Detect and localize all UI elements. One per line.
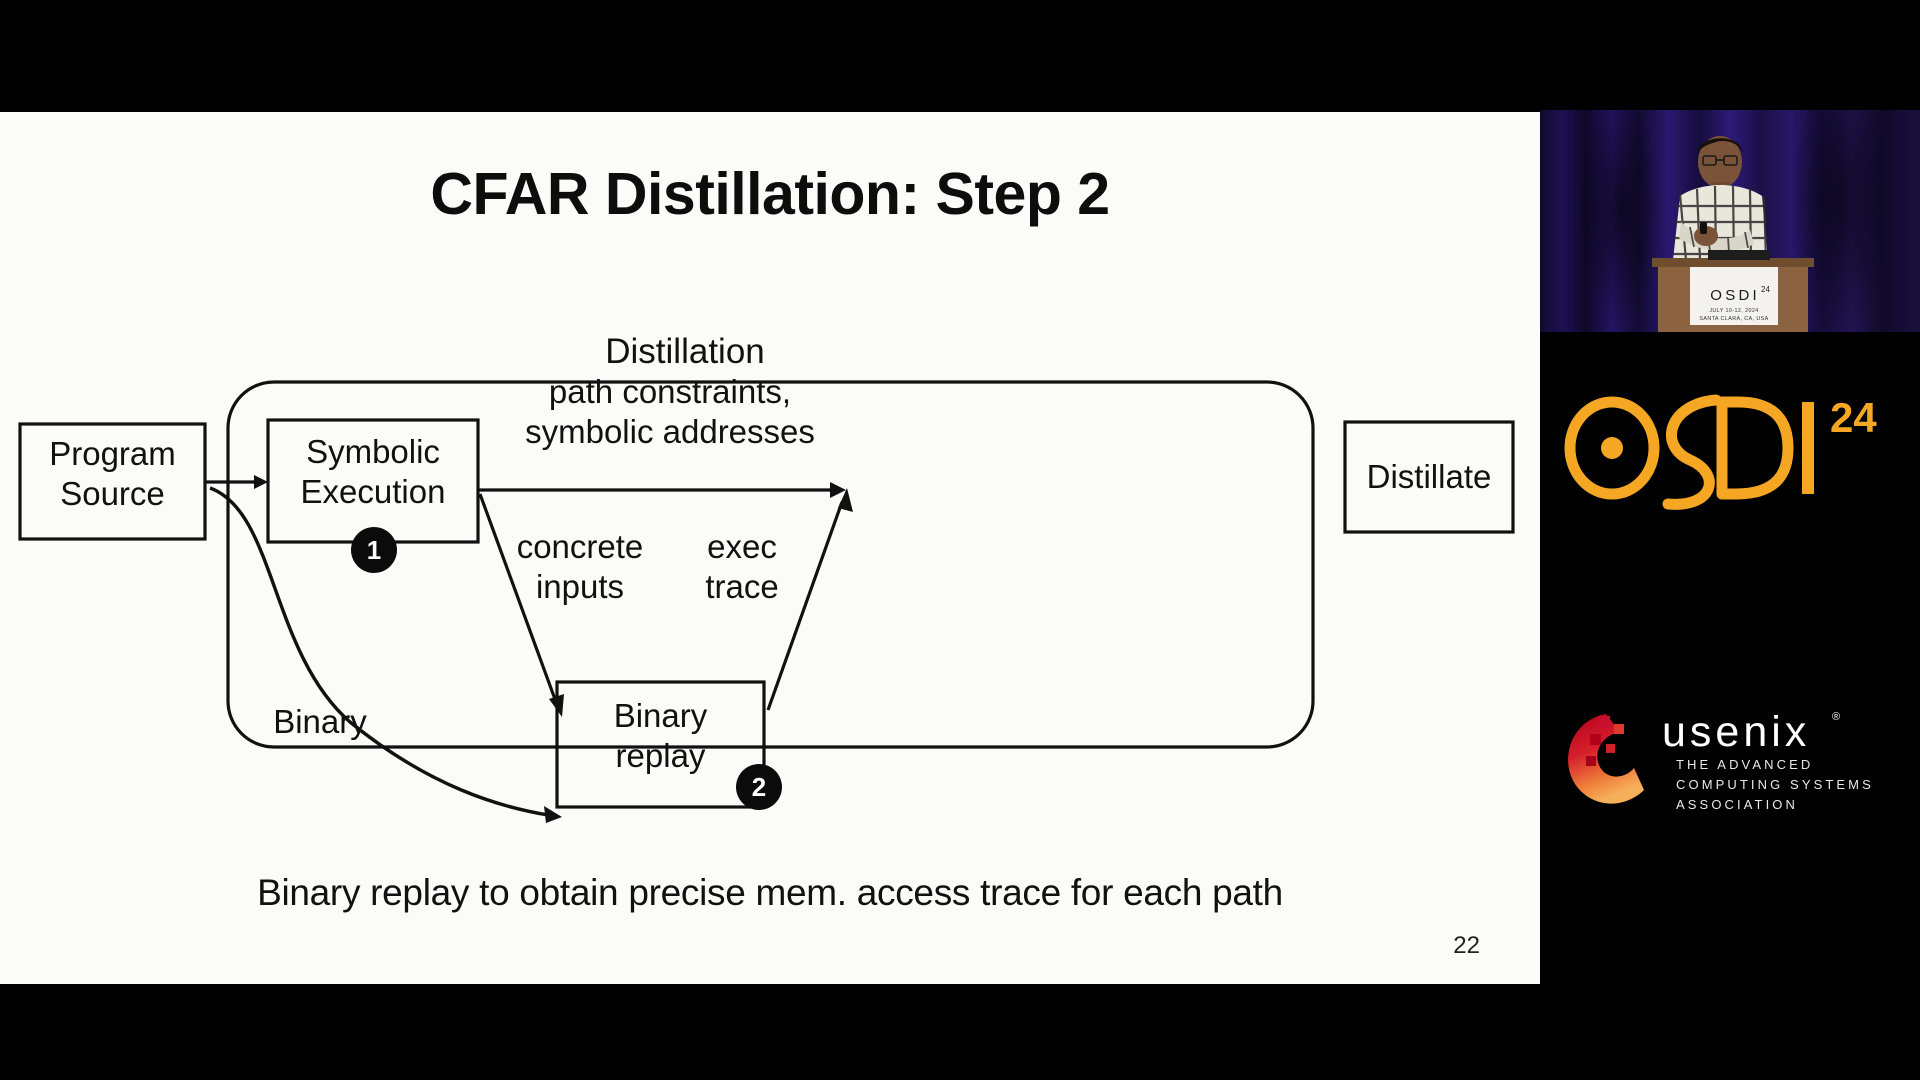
svg-text:O S D I: O S D I (1710, 287, 1757, 304)
step-badge-1-label: 1 (366, 535, 382, 565)
svg-text:COMPUTING SYSTEMS: COMPUTING SYSTEMS (1676, 777, 1874, 792)
edge-label-exec-trace: exec trace (705, 528, 779, 605)
binary-replay-label: Binary replay (613, 697, 708, 774)
svg-text:SANTA CLARA, CA, USA: SANTA CLARA, CA, USA (1699, 316, 1768, 322)
arrowhead-source-to-symbolic (254, 475, 268, 489)
distillation-diagram: Distillation Program Source Symbolic Exe… (0, 262, 1540, 842)
svg-text:JULY 10-12, 2024: JULY 10-12, 2024 (1709, 308, 1758, 314)
step-badge-2-label: 2 (751, 772, 767, 802)
usenix-wordmark: usenix (1662, 708, 1810, 756)
svg-text:ASSOCIATION: ASSOCIATION (1676, 797, 1798, 812)
page-title: CFAR Distillation: Step 2 (430, 161, 1110, 227)
speaker-figure: O S D I 24 JULY 10-12, 2024 SANTA CLARA,… (1652, 136, 1814, 332)
svg-text:24: 24 (1761, 285, 1770, 294)
speaker-video[interactable]: O S D I 24 JULY 10-12, 2024 SANTA CLARA,… (1540, 110, 1920, 332)
right-sidebar: O S D I 24 JULY 10-12, 2024 SANTA CLARA,… (1540, 0, 1920, 1080)
svg-text:THE ADVANCED: THE ADVANCED (1676, 757, 1813, 772)
distillate-label: Distillate (1366, 458, 1492, 495)
slide-caption: Binary replay to obtain precise mem. acc… (257, 872, 1283, 913)
program-source-label: Program Source (49, 435, 176, 512)
screen: CFAR Distillation: Step 2 Distillation P… (0, 0, 1920, 1080)
usenix-logo: usenix ® THE ADVANCED COMPUTING SYSTEMS … (1568, 708, 1874, 812)
distillation-group-label: Distillation (605, 332, 765, 371)
page-number: 22 (1453, 932, 1480, 959)
svg-text:24: 24 (1830, 394, 1877, 441)
osdi-logo: 24 (1564, 394, 1877, 510)
slide-canvas: CFAR Distillation: Step 2 Distillation P… (0, 112, 1540, 984)
svg-text:®: ® (1832, 711, 1840, 723)
symbolic-execution-label: Symbolic Execution (300, 433, 446, 510)
edge-label-binary: Binary (273, 703, 367, 740)
edge-label-concrete-inputs: concrete inputs (516, 528, 644, 605)
edge-label-path-constraints: path constraints, symbolic addresses (525, 373, 815, 450)
